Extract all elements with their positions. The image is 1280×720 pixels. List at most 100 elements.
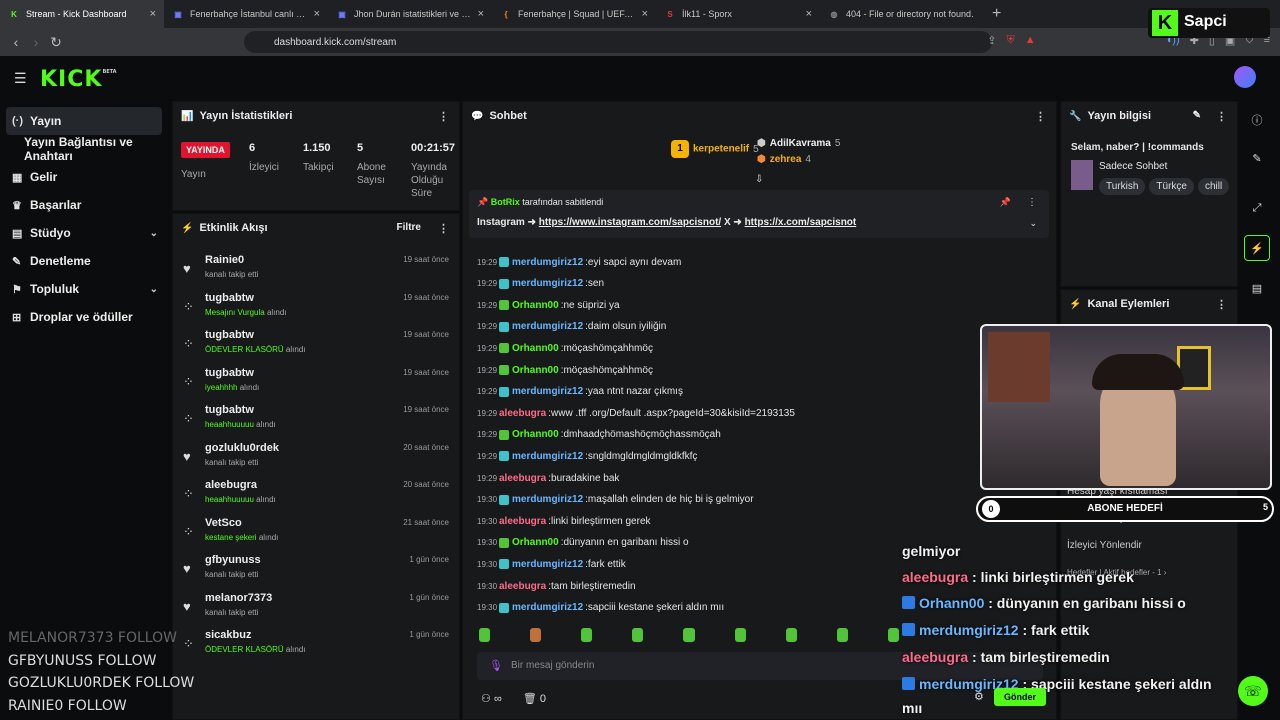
message-user[interactable]: merdumgiriz12 [512,386,583,397]
sidebar-item[interactable]: ▤ Stüdyo ⌄ [0,219,168,247]
activity-item[interactable]: ♥ gfbyunuss kanalı takip etti 1 gün önce [173,550,459,587]
back-icon[interactable]: ‹ [6,34,26,50]
browser-tab[interactable]: ▣ Fenerbahçe İstanbul canlı skoru, takı × [164,0,328,28]
message-user[interactable]: merdumgiriz12 [512,494,583,505]
share-icon[interactable]: ⇪ [987,34,996,47]
chat-message[interactable]: 19:29 Orhann00: dmhaadçhömashöçmöçhassmöç… [477,426,721,444]
activity-item[interactable]: ♥ Rainie0 kanalı takip etti 19 saat önce [173,250,459,287]
chat-message[interactable]: 19:30 aleebugra: linki birleştirmen gerek [477,512,651,530]
sidebar-item[interactable]: ▦ Gelir [0,163,168,191]
message-user[interactable]: aleebugra [499,581,546,592]
activity-item[interactable]: ⁘ sicakbuz ÖDEVLER KLASÖRÜ alındı 1 gün önc… [173,625,459,662]
browser-tab[interactable]: S İlk11 - Sporx × [656,0,820,28]
message-user[interactable]: aleebugra [499,516,546,527]
forward-icon[interactable]: › [26,34,46,50]
tab-close-icon[interactable]: × [806,8,812,20]
stream-info-kebab-icon[interactable]: ⋮ [1216,110,1227,123]
chat-message[interactable]: 19:29 merdumgiriz12: yaa ntnt nazar çıkmı… [477,383,683,401]
activity-item[interactable]: ♥ melanor7373 kanalı takip etti 1 gün önce [173,588,459,625]
chat-message[interactable]: 19:30 merdumgiriz12: sapciii kestane şeke… [477,599,724,617]
channel-action-item[interactable]: İzleyici Yönlendir [1067,540,1142,551]
activity-kebab-icon[interactable]: ⋮ [438,222,449,235]
emote-icon[interactable] [530,628,542,642]
emote-icon[interactable] [734,628,746,642]
leaderboard-entry[interactable]: ⬢ zehrea 4 [757,154,811,165]
sidebar-item[interactable]: Yayın Bağlantısı ve Anahtarı [0,135,168,163]
emote-icon[interactable] [479,628,491,642]
user-avatar[interactable] [1234,66,1256,88]
message-user[interactable]: Orhann00 [512,300,559,311]
browser-tab[interactable]: ◍ 404 - File or directory not found. [820,0,984,28]
tab-close-icon[interactable]: × [314,8,320,20]
settings-gear-icon[interactable]: ⚙ [974,690,984,703]
message-user[interactable]: aleebugra [499,408,546,419]
activity-item[interactable]: ♥ gozluklu0rdek kanalı takip etti 20 saat ö… [173,438,459,475]
emote-icon[interactable] [632,628,644,642]
stream-tag[interactable]: chill [1197,178,1230,195]
document-icon[interactable]: ▤ [1244,275,1270,301]
message-user[interactable]: merdumgiriz12 [512,278,583,289]
info-icon[interactable]: ⓘ [1244,107,1270,133]
tab-close-icon[interactable]: × [150,8,156,20]
activity-item[interactable]: ⁘ tugbabtw heaahhuuuuu alındı 19 saat önce [173,400,459,437]
users-icon[interactable]: ⚇ [481,693,491,705]
activity-item[interactable]: ⁘ VetSco kestane şekeri alındı 21 saat önce [173,513,459,550]
emote-icon[interactable] [836,628,848,642]
sidebar-item[interactable]: ⚑ Topluluk ⌄ [0,275,168,303]
mic-icon[interactable]: 🎙 [489,659,503,672]
message-user[interactable]: merdumgiriz12 [512,321,583,332]
expand-icon[interactable]: ⤢ [1244,195,1270,221]
unpin-icon[interactable]: 📌 [1000,197,1011,208]
activity-item[interactable]: ⁘ tugbabtw ÖDEVLER KLASÖRÜ alındı 19 saat ö… [173,325,459,362]
chat-message[interactable]: 19:29 Orhann00: möçashömçahhmöç [477,361,653,379]
emote-icon[interactable] [683,628,695,642]
pinned-kebab-icon[interactable]: ⋮ [1027,197,1037,208]
chat-message[interactable]: 19:29 merdumgiriz12: sen [477,275,604,293]
chat-message[interactable]: 19:30 merdumgiriz12: maşallah elinden de … [477,491,754,509]
activity-item[interactable]: ⁘ tugbabtw Mesajını Vurgula alındı 19 saat … [173,288,459,325]
message-user[interactable]: Orhann00 [512,365,559,376]
channel-actions-kebab-icon[interactable]: ⋮ [1216,298,1227,311]
browser-tab[interactable]: {Fenerbahçe | Squad | UEFA Europa Le × [492,0,656,28]
tab-close-icon[interactable]: × [478,8,484,20]
browser-tab[interactable]: ▣ Jhon Durán istatistikleri ve reytingler… [328,0,492,28]
support-chat-icon[interactable]: ☏ [1238,676,1268,706]
chat-message[interactable]: 19:29 merdumgiriz12: sngldmgldmgldmgldkfk… [477,447,697,465]
leaderboard-entry[interactable]: 1 kerpetenelif 5 [671,140,759,158]
message-user[interactable]: merdumgiriz12 [512,559,583,570]
edit-icon[interactable]: ✎ [1193,110,1201,121]
chat-kebab-icon[interactable]: ⋮ [1035,110,1046,123]
new-tab-icon[interactable]: + [992,5,1001,23]
pencil-icon[interactable]: ✎ [1244,145,1270,171]
chat-message[interactable]: 19:29 aleebugra: buradakine bak [477,469,619,487]
trash-icon[interactable]: 🗑 [523,693,537,705]
brave-shield-icon[interactable]: ⛨ [1007,34,1015,47]
rewards-icon[interactable]: ▲ [1025,34,1036,47]
chat-message[interactable]: 19:29 merdumgiriz12: daim olsun iyiliğin [477,318,666,336]
chevron-down-icon[interactable]: ⌄ [150,284,158,295]
stream-tag[interactable]: Turkish [1099,178,1146,195]
message-user[interactable]: merdumgiriz12 [512,451,583,462]
sidebar-item[interactable]: ⊞ Droplar ve ödüller [0,303,168,331]
stream-tag[interactable]: Türkçe [1149,178,1194,195]
chevron-down-icon[interactable]: ⇩ [755,174,763,185]
address-bar[interactable]: dashboard.kick.com/stream [244,31,992,53]
x-link[interactable]: https://x.com/sapcisnot [745,217,857,228]
chat-message[interactable]: 19:29 aleebugra: www .tff .org/Default .a… [477,404,795,422]
message-user[interactable]: aleebugra [499,473,546,484]
message-user[interactable]: Orhann00 [512,429,559,440]
chat-message[interactable]: 19:30 Orhann00: dünyanın en garibanı hiss… [477,534,689,552]
bolt-icon[interactable]: ⚡ [1244,235,1270,261]
activity-item[interactable]: ⁘ aleebugra heaahhuuuuu alındı 20 saat önce [173,475,459,512]
emote-icon[interactable] [785,628,797,642]
emote-icon[interactable] [581,628,593,642]
leaderboard-entry[interactable]: ⬢ AdilKavrama 5 [757,138,840,149]
chat-message[interactable]: 19:29 merdumgiriz12: eyi sapci aynı devam [477,253,681,271]
message-user[interactable]: Orhann00 [512,537,559,548]
activity-item[interactable]: ⁘ tugbabtw iyeahhhh alındı 19 saat önce [173,363,459,400]
chevron-down-icon[interactable]: ⌄ [1029,218,1037,229]
chat-message[interactable]: 19:30 aleebugra: tam birleştiremedin [477,577,636,595]
chat-message[interactable]: 19:30 merdumgiriz12: fark ettik [477,555,626,573]
chat-message[interactable]: 19:29 Orhann00: möçashömçahhmöç [477,339,653,357]
reload-icon[interactable]: ↻ [46,34,66,51]
